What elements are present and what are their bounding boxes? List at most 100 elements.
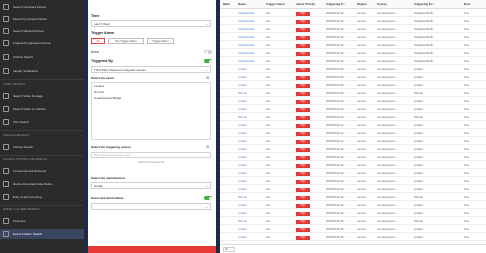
table-row[interactable]: Locked Yes High 2021/05/14 11:... ca-mel... c… bbox=[220, 122, 486, 129]
cell-name[interactable]: Locked bbox=[238, 234, 262, 241]
cell-name[interactable]: Locked bbox=[238, 154, 262, 161]
column-header-triggering-event[interactable]: Triggering Ev... bbox=[414, 0, 446, 9]
table-row[interactable]: Locked Yes High 2021/05/14 13:... ca-mel... c… bbox=[220, 186, 486, 193]
sidebar-item-search-video-on-vehicle[interactable]: Search Video on Vehicle bbox=[0, 104, 84, 114]
column-header-remark[interactable]: Rem bbox=[464, 0, 484, 9]
cell-name[interactable]: Locked bbox=[238, 186, 262, 193]
select-all-toggle[interactable]: Select all / Deselect all bbox=[138, 161, 164, 164]
cell-name[interactable]: Locked bbox=[238, 98, 262, 105]
cell-name[interactable]: Locked bbox=[238, 210, 262, 217]
column-header-triggering-time[interactable]: Triggering Ti... bbox=[326, 0, 354, 9]
sidebar-item-frequently-appeared-person[interactable]: Frequently Appeared Person bbox=[0, 38, 84, 48]
cell-name[interactable]: Normal bbox=[238, 90, 262, 97]
table-row[interactable]: Normal Yes High 2021/05/14 14:... ca-mel... c… bbox=[220, 194, 486, 201]
area-toggle[interactable] bbox=[204, 50, 212, 54]
trigger-alarm-button[interactable]: Trigger Alarm bbox=[147, 38, 174, 44]
column-header-source[interactable]: Source bbox=[377, 0, 410, 9]
sidebar-item-overview[interactable]: Overview bbox=[0, 216, 84, 226]
table-row[interactable]: Normal Yes High 2021/05/14 09:... ca-mel... c… bbox=[220, 90, 486, 97]
sidebar-item-access-record-retrieval[interactable]: Access Record Retrieval bbox=[0, 166, 84, 176]
cell-name[interactable]: Locked bbox=[238, 66, 262, 73]
event-option-unauthorized-badge[interactable]: Unauthorized Badge bbox=[92, 95, 210, 101]
cell-name[interactable]: Locked bbox=[238, 106, 262, 113]
select-event-icon[interactable]: ⊞ bbox=[206, 75, 209, 80]
cell-name[interactable]: Locked bbox=[238, 138, 262, 145]
sidebar-item-search-video-footage[interactable]: Search Video Footage bbox=[0, 91, 84, 101]
sidebar-item-search-wanted-person[interactable]: Search Wanted Person bbox=[0, 26, 84, 36]
triggered-by-toggle[interactable] bbox=[204, 59, 212, 63]
cell-name[interactable]: Normal bbox=[238, 194, 262, 201]
sidebar-item-device-recorded-data[interactable]: Device Recorded Data Retrie... bbox=[0, 179, 84, 189]
cell-name[interactable]: Unauthorized bbox=[238, 26, 262, 33]
table-row[interactable]: Locked Yes High 2021/05/14 13:... ca-mel... c… bbox=[220, 170, 486, 177]
source-search-input[interactable]: Enter third-party resource name bbox=[91, 152, 211, 158]
select-source-icon[interactable]: ⊞ bbox=[206, 144, 209, 149]
manufacturer-select[interactable]: Nedap ⌄ bbox=[91, 182, 211, 189]
cell-name[interactable]: Unauthorized bbox=[238, 42, 262, 49]
column-header-name[interactable]: Name bbox=[238, 0, 262, 9]
table-row[interactable]: Locked Yes High 2021/05/14 12:... ca-mel... c… bbox=[220, 154, 486, 161]
cell-name[interactable]: Locked bbox=[238, 74, 262, 81]
table-row[interactable]: Unauthorized Yes High 2021/05/13 13:... ca-m… bbox=[220, 26, 486, 33]
cell-name[interactable]: Normal bbox=[238, 218, 262, 225]
cell-name[interactable]: Unauthorized bbox=[238, 10, 262, 17]
sidebar-item-vehicle-search[interactable]: Vehicle Search bbox=[0, 142, 84, 152]
event-alarm-name-toggle[interactable] bbox=[204, 196, 212, 200]
cell-name[interactable]: Locked bbox=[238, 202, 262, 209]
page-size-select[interactable]: 20 bbox=[223, 247, 235, 252]
sidebar-item-vca-search[interactable]: VCA Search bbox=[0, 117, 84, 127]
table-row[interactable]: Locked Yes High 2021/05/14 09:... ca-mel... c… bbox=[220, 74, 486, 81]
sidebar-item-identity-verification[interactable]: Identity Verification bbox=[0, 66, 84, 76]
time-select[interactable]: Last 7 Days ⌄ bbox=[91, 20, 211, 27]
cell-name[interactable]: Unauthorized bbox=[238, 18, 262, 25]
sidebar-item-event-alarm-search[interactable]: Event & Alarm Search bbox=[0, 229, 84, 239]
table-row[interactable]: Unauthorized Yes High 2021/05/13 13:... ca-m… bbox=[220, 50, 486, 57]
cell-name[interactable]: Locked bbox=[238, 162, 262, 169]
search-button[interactable] bbox=[88, 246, 216, 253]
table-row[interactable]: Locked Yes High 2021/05/14 10:... ca-mel... c… bbox=[220, 106, 486, 113]
table-row[interactable]: Locked Yes High 2021/05/14 12:... ca-mel... c… bbox=[220, 146, 486, 153]
table-row[interactable]: Unauthorized Yes High 2021/05/13 13:... ca-m… bbox=[220, 34, 486, 41]
cell-trigger-alarm: Yes bbox=[266, 180, 271, 183]
cell-name[interactable]: Normal bbox=[238, 114, 262, 121]
table-row[interactable]: Unauthorized Yes High 2021/05/13 13:... ca-m… bbox=[220, 10, 486, 17]
table-row[interactable]: Unauthorized Yes High 2021/05/13 13:... ca-m… bbox=[220, 58, 486, 65]
sidebar-item-entry-exit-counting[interactable]: Entry & Exit Counting bbox=[0, 192, 84, 202]
table-row[interactable]: Locked Yes High 2021/05/14 14:... ca-mel... c… bbox=[220, 210, 486, 217]
trigger-alarm-all-button[interactable]: All bbox=[91, 38, 105, 44]
table-row[interactable]: Locked Yes High 2021/05/14 12:... ca-mel... c… bbox=[220, 162, 486, 169]
table-row[interactable]: Normal Yes High 2021/05/14 15:... ca-mel... c… bbox=[220, 218, 486, 225]
table-row[interactable]: Locked Yes High 2021/05/14 14:... ca-mel... c… bbox=[220, 202, 486, 209]
triggered-by-select[interactable]: Third-Party Resource Integration Event ⌄ bbox=[91, 66, 211, 73]
column-header-trigger-alarm[interactable]: Trigger Alarm bbox=[266, 0, 292, 9]
cell-name[interactable]: Locked bbox=[238, 130, 262, 137]
cell-name[interactable]: Locked bbox=[238, 178, 262, 185]
table-row[interactable]: Locked Yes High 2021/05/14 15:... ca-mel... c… bbox=[220, 226, 486, 233]
cell-name[interactable]: Locked bbox=[238, 82, 262, 89]
table-row[interactable]: Locked Yes High 2021/05/14 10:... ca-mel... c… bbox=[220, 98, 486, 105]
table-row[interactable]: Locked Yes High 2021/05/14 11:... ca-mel... c… bbox=[220, 130, 486, 137]
sidebar-item-archive-search[interactable]: Archive Search bbox=[0, 52, 84, 62]
table-row[interactable]: Locked Yes High 2021/05/14 09:... ca-mel... c… bbox=[220, 66, 486, 73]
table-row[interactable]: Locked Yes High 2021/05/14 09:... ca-mel... c… bbox=[220, 82, 486, 89]
cell-name[interactable]: Locked bbox=[238, 146, 262, 153]
cell-name[interactable]: Unauthorized bbox=[238, 50, 262, 57]
cell-name[interactable]: Locked bbox=[238, 122, 262, 129]
cell-name[interactable]: Unauthorized bbox=[238, 58, 262, 65]
table-row[interactable]: Unauthorized Yes High 2021/05/13 13:... ca-m… bbox=[220, 18, 486, 25]
cell-name[interactable]: Locked bbox=[238, 170, 262, 177]
cell-name[interactable]: Unauthorized bbox=[238, 34, 262, 41]
column-header-region[interactable]: Region bbox=[357, 0, 374, 9]
column-header-alarm-priority[interactable]: Alarm Priority bbox=[296, 0, 322, 9]
sidebar-item-search-by-people-patrols[interactable]: Search by People Patrols bbox=[0, 14, 84, 24]
table-row[interactable]: Normal Yes High 2021/05/14 10:... ca-mel... c… bbox=[220, 114, 486, 121]
sidebar-item-search-canceled-person[interactable]: Search Canceled Person bbox=[0, 2, 84, 12]
table-row[interactable]: Locked Yes High 2021/05/14 15:... ca-mel... c… bbox=[220, 234, 486, 241]
table-row[interactable]: Unauthorized Yes High 2021/05/13 13:... ca-m… bbox=[220, 42, 486, 49]
not-trigger-alarm-button[interactable]: Not Trigger Alarm bbox=[108, 38, 144, 44]
table-row[interactable]: Locked Yes High 2021/05/14 13:... ca-mel... c… bbox=[220, 178, 486, 185]
column-header-mark[interactable]: Mark bbox=[223, 0, 235, 9]
table-row[interactable]: Locked Yes High 2021/05/14 11:... ca-mel... c… bbox=[220, 138, 486, 145]
event-alarm-name-select[interactable]: ⌄ bbox=[91, 203, 211, 210]
cell-name[interactable]: Locked bbox=[238, 226, 262, 233]
